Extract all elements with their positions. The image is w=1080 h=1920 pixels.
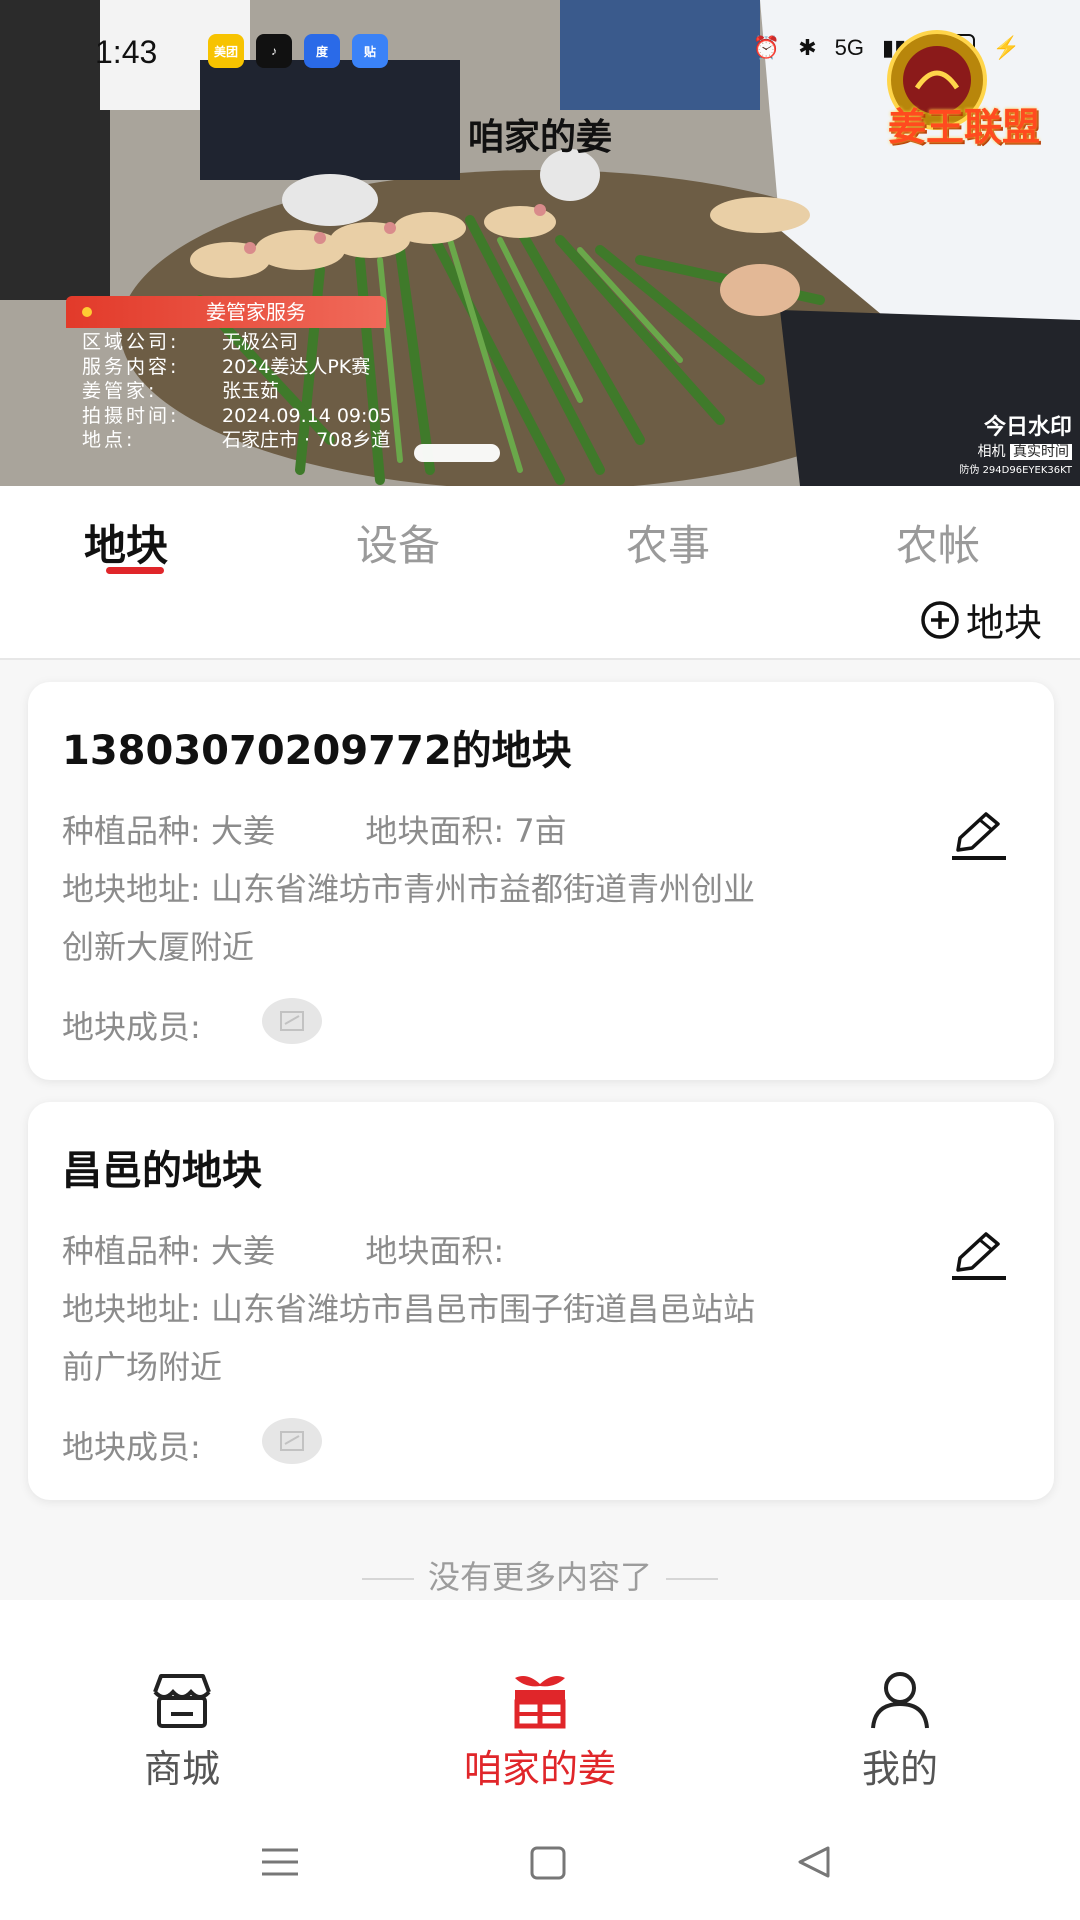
- area-label: 地块面积:: [365, 812, 505, 850]
- bluetooth-icon: ✱: [798, 34, 817, 60]
- watermark-dot: [82, 307, 92, 317]
- plot-card[interactable]: 13803070209772的地块 种植品种: 大姜 地块面积: 7亩 地块地址…: [28, 682, 1054, 1080]
- status-time: 1:43: [95, 34, 158, 70]
- edit-pencil-icon[interactable]: [948, 1230, 1010, 1282]
- watermark-key: 拍摄时间:: [82, 404, 180, 427]
- member-avatar[interactable]: [262, 998, 322, 1044]
- plot-title: 昌邑的地块: [62, 1148, 262, 1194]
- watermark-value: 张玉茹: [222, 380, 280, 402]
- watermark-lines: 区域公司: 无极公司服务内容: 2024姜达人PK赛姜管家: 张玉茹拍摄时间: 2024…: [82, 330, 392, 453]
- members-label: 地块成员:: [62, 1008, 201, 1046]
- meituan-app-icon: 美团: [208, 34, 244, 68]
- plot-info-row: 种植品种: 大姜 地块面积: 7亩: [62, 806, 567, 852]
- tab-devices[interactable]: 设备: [356, 512, 440, 573]
- alarm-icon: ⏰: [752, 34, 781, 60]
- address-label: 地块地址:: [62, 870, 201, 908]
- variety-value: 大姜: [210, 812, 275, 850]
- system-navigation-bar: [0, 1830, 1080, 1910]
- members-label: 地块成员:: [62, 1428, 201, 1466]
- active-tab-indicator: [106, 567, 164, 574]
- watermark-row: 区域公司: 无极公司: [82, 330, 392, 355]
- plot-info-row: 种植品种: 大姜 地块面积:: [62, 1226, 504, 1272]
- tab-farm-work[interactable]: 农事: [626, 512, 710, 573]
- watermark-value: 无极公司: [222, 331, 299, 353]
- camera-watermark-title: 今日水印: [983, 415, 1072, 440]
- shop-icon: [153, 1674, 211, 1728]
- watermark-row: 拍摄时间: 2024.09.14 09:05: [82, 404, 392, 429]
- address-label: 地块地址:: [62, 1290, 201, 1328]
- watermark-row: 姜管家: 张玉茹: [82, 379, 392, 404]
- nav-profile-label: 我的: [861, 1747, 938, 1791]
- nav-profile[interactable]: 我的: [790, 1670, 1010, 1793]
- camera-watermark-sub: 相机 真实时间: [959, 441, 1072, 461]
- profile-icon: [871, 1672, 929, 1729]
- tiktok-app-icon: ♪: [256, 34, 292, 68]
- area-label: 地块面积:: [365, 1232, 505, 1270]
- watermark-key: 地点:: [82, 429, 136, 451]
- edit-pencil-icon[interactable]: [948, 810, 1010, 862]
- nav-home-ginger[interactable]: 咱家的姜: [430, 1670, 650, 1793]
- watermark-key: 区域公司:: [82, 331, 180, 353]
- plus-circle-icon: [921, 600, 959, 639]
- menu-icon[interactable]: [258, 1842, 302, 1882]
- watermark-value: 2024.09.14 09:05: [222, 404, 392, 427]
- status-app-icons: 美团 ♪ 度贴: [208, 34, 388, 68]
- nav-shop-label: 商城: [143, 1747, 220, 1791]
- watermark-key: 姜管家:: [82, 380, 158, 402]
- end-note-line-right: [666, 1578, 718, 1580]
- watermark-value: 2024姜达人PK赛: [222, 355, 371, 378]
- bottom-navigation: 商城 咱家的姜 我的: [0, 1670, 1080, 1820]
- variety-value: 大姜: [210, 1232, 275, 1270]
- avatar-placeholder-icon: [280, 1431, 304, 1451]
- ginger-home-icon: [514, 1676, 566, 1729]
- end-note-line-left: [361, 1578, 414, 1580]
- variety-label: 种植品种:: [62, 812, 201, 850]
- tab-accounts[interactable]: 农帐: [896, 512, 980, 573]
- plot-title: 13803070209772的地块: [62, 728, 572, 774]
- service-watermark: 姜管家服务 区域公司: 无极公司 服务内容: 2024姜达人PK赛 姜管家: 张玉茹 拍摄时…: [66, 296, 486, 451]
- nav-shop[interactable]: 商城: [72, 1670, 292, 1793]
- plot-address: 地块地址: 山东省潍坊市青州市益都街道青州创业创新大厦附近: [62, 860, 782, 976]
- tieba-app-icon: 贴: [352, 34, 388, 68]
- watermark-row: 地点: 石家庄市 · 708乡道: [82, 428, 392, 453]
- baidu-app-icon: 度: [304, 34, 340, 68]
- banner-pager-indicator: [414, 444, 500, 462]
- variety-label: 种植品种:: [62, 1232, 201, 1270]
- plot-address: 地块地址: 山东省潍坊市昌邑市围子街道昌邑站站前广场附近: [62, 1280, 782, 1396]
- add-plot-label: 地块: [965, 601, 1042, 645]
- watermark-row: 服务内容: 2024姜达人PK赛: [82, 355, 392, 380]
- brand-text: 姜王联盟: [887, 105, 1040, 149]
- camera-watermark-code: 防伪 294D96EYEK36KT: [959, 465, 1072, 476]
- nav-home-ginger-label: 咱家的姜: [463, 1747, 616, 1791]
- camera-watermark: 今日水印 相机 真实时间 防伪 294D96EYEK36KT: [959, 409, 1072, 476]
- watermark-header: 姜管家服务: [66, 296, 386, 328]
- end-of-list-note: 没有更多内容了: [0, 1552, 1080, 1598]
- watermark-value: 石家庄市 · 708乡道: [222, 429, 391, 451]
- home-square-icon[interactable]: [526, 1842, 570, 1882]
- member-avatar[interactable]: [262, 1418, 322, 1464]
- hero-banner[interactable]: 1:43 美团♪度贴 ⏰ ✱ 5G ▮▮▮ 57 ⚡ 咱家的姜 姜王联盟 姜管家…: [0, 0, 1080, 486]
- area-value: 7亩: [514, 812, 567, 850]
- watermark-key: 服务内容:: [82, 355, 180, 378]
- avatar-placeholder-icon: [280, 1011, 304, 1031]
- add-plot-button[interactable]: 地块: [920, 592, 1042, 647]
- back-triangle-icon[interactable]: [792, 1842, 836, 1882]
- tab-plots[interactable]: 地块: [84, 512, 168, 573]
- plot-card[interactable]: 昌邑的地块 种植品种: 大姜 地块面积: 地块地址: 山东省潍坊市昌邑市围子街道…: [28, 1102, 1054, 1500]
